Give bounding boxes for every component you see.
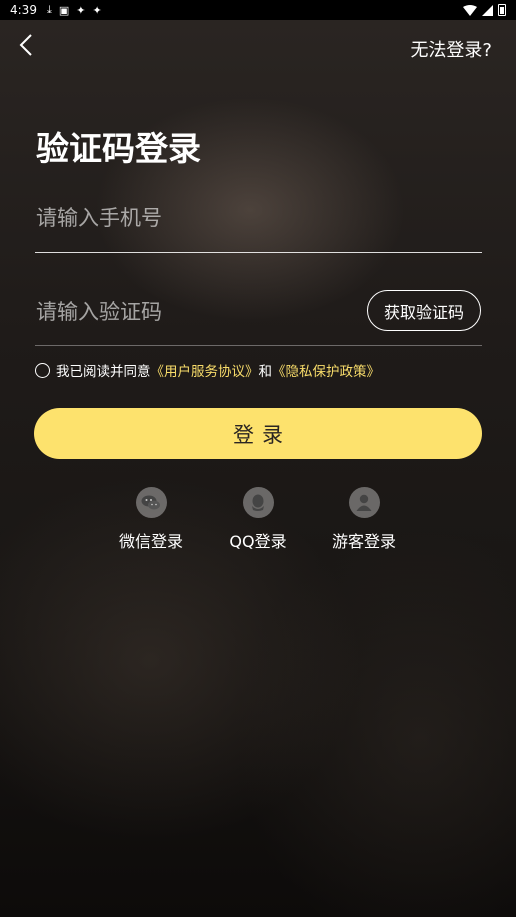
cannot-login-link[interactable]: 无法登录? — [410, 36, 492, 62]
agreement-text: 我已阅读并同意 — [56, 364, 151, 380]
battery-icon — [498, 4, 506, 16]
signal-icon — [482, 4, 493, 16]
qq-icon — [242, 487, 274, 518]
wifi-icon — [463, 4, 477, 16]
divider — [35, 252, 482, 253]
agreement-and: 和 — [258, 364, 273, 380]
qq-login-button[interactable]: QQ登录 — [208, 487, 308, 552]
app-icon: ✦ — [76, 3, 86, 17]
page-title: 验证码登录 — [36, 129, 201, 168]
chevron-left-icon — [19, 34, 32, 56]
app-icon: ✦ — [92, 3, 102, 17]
privacy-policy-link[interactable]: 《隐私保护政策》 — [272, 360, 380, 380]
agreement-row: 我已阅读并同意 《用户服务协议》 和 《隐私保护政策》 — [35, 360, 380, 380]
back-button[interactable] — [14, 32, 40, 58]
status-bar: 4:39 ⤓ ▣ ✦ ✦ — [0, 0, 516, 20]
status-time: 4:39 — [10, 3, 37, 17]
user-agreement-link[interactable]: 《用户服务协议》 — [151, 360, 259, 380]
guest-login-label: 游客登录 — [331, 532, 396, 551]
get-code-button[interactable]: 获取验证码 — [367, 290, 481, 331]
wechat-icon — [135, 487, 167, 518]
wechat-login-label: 微信登录 — [118, 532, 183, 551]
guest-login-button[interactable]: 游客登录 — [314, 487, 414, 552]
divider — [35, 345, 482, 346]
code-input[interactable] — [36, 292, 356, 332]
wechat-login-button[interactable]: 微信登录 — [101, 487, 201, 552]
guest-user-icon — [348, 487, 380, 518]
phone-input[interactable] — [36, 198, 476, 238]
a-icon: ▣ — [58, 3, 70, 17]
qq-login-label: QQ登录 — [229, 532, 287, 551]
login-button[interactable]: 登录 — [34, 408, 482, 459]
download-icon: ⤓ — [46, 3, 52, 16]
agree-checkbox[interactable] — [35, 362, 50, 378]
